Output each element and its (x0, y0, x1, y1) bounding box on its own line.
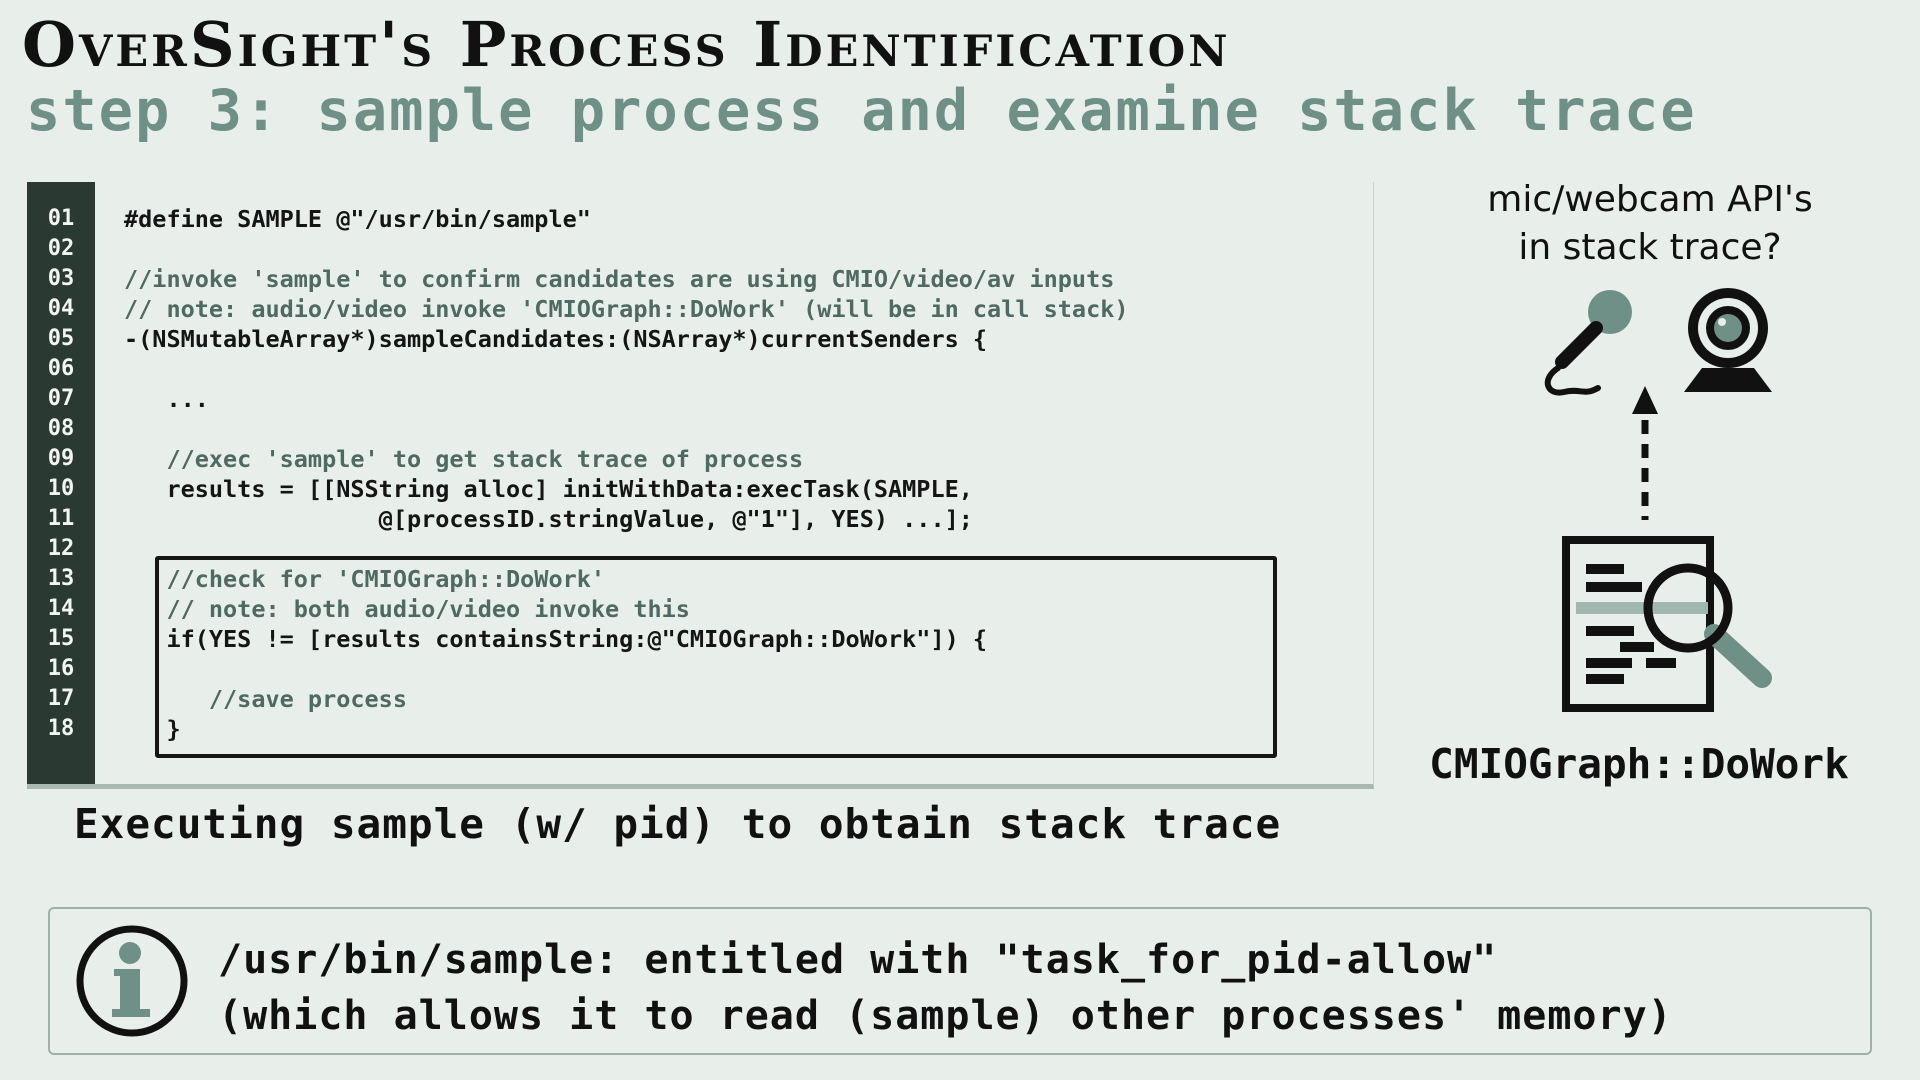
code-line: #define SAMPLE @"/usr/bin/sample" (124, 205, 591, 233)
question-line-2: in stack trace? (1518, 227, 1782, 268)
code-line: results = [[NSString alloc] initWithData… (124, 475, 973, 503)
info-line-1: /usr/bin/sample: entitled with "task_for… (218, 937, 1498, 983)
webcam-icon (1684, 288, 1772, 392)
code-line: //invoke 'sample' to confirm candidates … (124, 265, 1115, 293)
code-line: ... (124, 385, 209, 413)
line-number: 13 (47, 566, 75, 591)
line-number: 17 (47, 686, 75, 711)
slide-title: OverSight's Process Identification (22, 8, 1231, 81)
info-box: /usr/bin/sample: entitled with "task_for… (48, 907, 1872, 1055)
line-number: 10 (47, 476, 75, 501)
line-number: 15 (47, 626, 75, 651)
line-number: 02 (47, 236, 75, 261)
line-number: 06 (47, 356, 75, 381)
line-number: 07 (47, 386, 75, 411)
line-number: 11 (47, 506, 75, 531)
code-caption: Executing sample (w/ pid) to obtain stac… (74, 800, 1282, 848)
diagram-question: mic/webcam API's in stack trace? (1470, 176, 1830, 272)
code-panel: 01 02 03 04 05 06 07 08 09 10 11 12 13 14 15 16 17 18 #de… (27, 182, 1374, 789)
line-number: 16 (47, 656, 75, 681)
question-line-1: mic/webcam API's (1487, 179, 1813, 220)
line-number: 01 (47, 206, 75, 231)
document-search-icon (1562, 536, 1772, 712)
info-line-2: (which allows it to read (sample) other … (218, 993, 1673, 1039)
line-number: 05 (47, 326, 75, 351)
code-line: -(NSMutableArray*)sampleCandidates:(NSAr… (124, 325, 988, 353)
line-number: 09 (47, 446, 75, 471)
info-icon (76, 925, 188, 1037)
code-line: //exec 'sample' to get stack trace of pr… (124, 445, 804, 473)
highlight-box (155, 556, 1277, 758)
line-number: 03 (47, 266, 75, 291)
line-number: 12 (47, 536, 75, 561)
line-number: 04 (47, 296, 75, 321)
line-number: 08 (47, 416, 75, 441)
line-number-gutter: 01 02 03 04 05 06 07 08 09 10 11 12 13 14 15 16 17 18 (27, 182, 95, 784)
code-line: @[processID.stringValue, @"1"], YES) ...… (124, 505, 973, 533)
up-arrow-icon (1632, 386, 1658, 520)
line-number: 14 (47, 596, 75, 621)
microphone-icon (1544, 290, 1632, 396)
cmio-label: CMIOGraph::DoWork (1429, 740, 1849, 788)
code-line: // note: audio/video invoke 'CMIOGraph::… (124, 295, 1129, 323)
line-number: 18 (47, 716, 75, 741)
slide-subtitle: step 3: sample process and examine stack… (26, 78, 1697, 144)
